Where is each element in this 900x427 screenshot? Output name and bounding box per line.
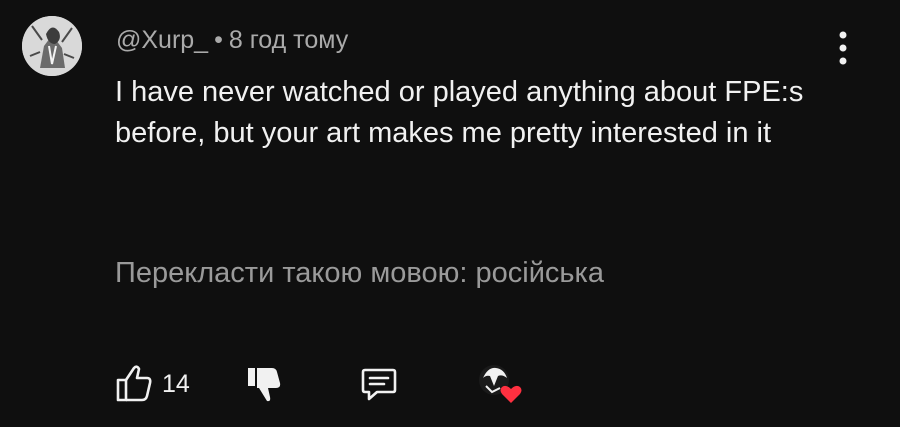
reply-icon <box>361 368 397 401</box>
author-name[interactable]: @Xurp_ <box>116 26 208 54</box>
comment-text: I have never watched or played anything … <box>115 76 804 149</box>
comment-actions: 14 <box>114 362 554 406</box>
creator-heart-badge[interactable] <box>474 362 530 406</box>
thumbs-down-icon <box>248 368 281 402</box>
comment-thread: @Xurp_ • 8 год тому I have never watched o… <box>0 0 900 427</box>
creator-heart-icon <box>479 365 522 403</box>
avatar-image-icon <box>22 16 82 76</box>
more-options-button[interactable] <box>826 26 860 70</box>
like-count: 14 <box>162 370 190 398</box>
comment-time[interactable]: 8 год тому <box>229 26 348 54</box>
author-avatar[interactable] <box>22 16 82 76</box>
dislike-button[interactable] <box>242 362 286 406</box>
translate-link[interactable]: Перекласти такою мовою: російська <box>115 255 604 291</box>
more-vert-icon <box>839 31 847 65</box>
comment-meta: @Xurp_ • 8 год тому <box>116 25 348 55</box>
thumbs-up-icon <box>116 365 152 402</box>
meta-separator: • <box>214 26 223 54</box>
like-button[interactable]: 14 <box>114 362 204 406</box>
reply-button[interactable] <box>357 362 401 406</box>
